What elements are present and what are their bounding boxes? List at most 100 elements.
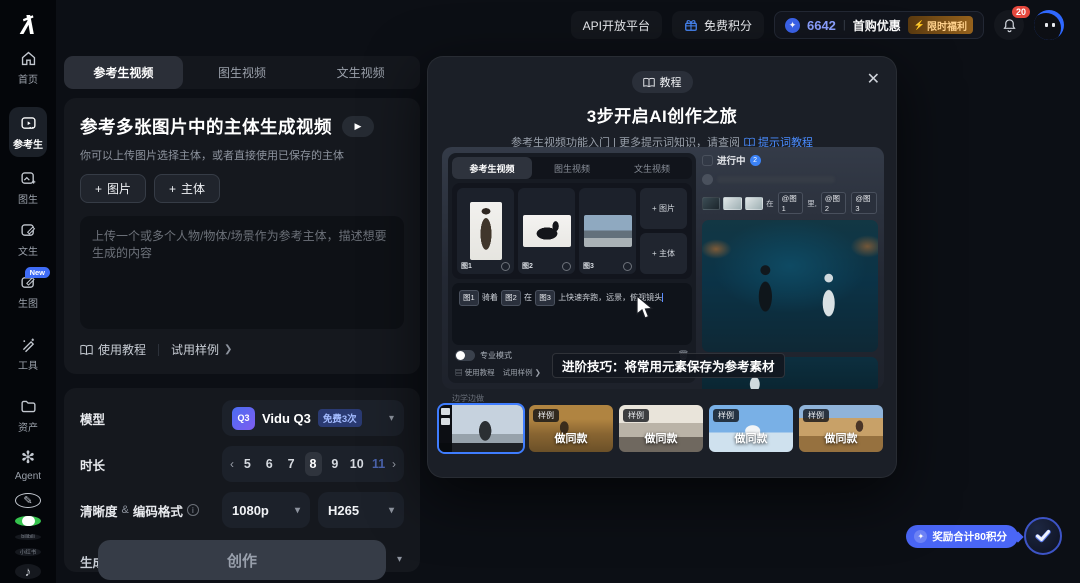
make-same-label: 做同款 [529, 430, 613, 446]
plus-icon: + [95, 182, 102, 196]
tab-reference-video[interactable]: 参考生视频 [64, 56, 183, 89]
free-credits-label: 免费积分 [704, 17, 752, 34]
model-row: 模型 Q3 Vidu Q3 免费3次 ▾ [80, 400, 404, 436]
pro-mode-label: 专业模式 [480, 350, 512, 361]
divider: | [843, 19, 846, 31]
sidebar-item-agent[interactable]: ✻ Agent [15, 448, 41, 482]
close-icon[interactable]: ✕ [867, 69, 880, 89]
bilibili-icon[interactable]: bilibili [15, 534, 41, 540]
sample-link[interactable]: 试用样例 ❯ [171, 341, 232, 358]
create-button[interactable]: 创作 [98, 540, 386, 580]
scroll-left-icon[interactable]: ‹ [230, 457, 234, 471]
gallery-card-sample[interactable]: 样例 做同款 [529, 405, 613, 452]
sidebar-item-label: 生图 [18, 295, 38, 310]
sidebar-item-home[interactable]: 首页 [18, 48, 38, 86]
blurred-user-text [717, 176, 835, 183]
douyin-icon[interactable]: ♪ [15, 564, 41, 579]
xiaohongshu-icon[interactable]: 小红书 [15, 548, 41, 556]
mini-thumbnail [723, 197, 741, 210]
sidebar-item-label: 参考生 [13, 136, 43, 151]
agent-knot-icon: ✻ [18, 448, 38, 468]
divers-result-image [702, 220, 878, 352]
gallery-card-tutorial[interactable] [439, 405, 523, 452]
mode-tabbar: 参考生视频 图生视频 文生视频 [64, 56, 420, 89]
vidu-logo[interactable]: ƛ [21, 10, 35, 41]
info-icon[interactable]: i [187, 504, 199, 516]
codec-select[interactable]: H265 ▾ [318, 492, 404, 528]
free-trials-badge: 免费3次 [318, 409, 362, 427]
gallery-card-sample[interactable]: 样例 做同款 [619, 405, 703, 452]
reward-pill: ✦ 奖励合计80积分 [906, 525, 1018, 548]
gear-icon [623, 262, 632, 271]
tutorial-link[interactable]: 使用教程 [80, 341, 146, 358]
text-to-video-icon [18, 220, 38, 240]
gallery-card-sample[interactable]: 样例 做同款 [709, 405, 793, 452]
demo-tutorial-link: ▤ 使用教程 [455, 367, 495, 378]
demo-results-mock: 进行中 2 在 @图1 里, @图2 @图3 [702, 153, 878, 383]
mini-thumbnail [702, 197, 720, 210]
resolution-select[interactable]: 1080p ▾ [222, 492, 310, 528]
chevron-down-icon: ▾ [389, 505, 394, 516]
model-select[interactable]: Q3 Vidu Q3 免费3次 ▾ [222, 400, 404, 436]
play-intro-button[interactable]: ▶ [342, 116, 374, 137]
demo-avatar [702, 174, 713, 185]
add-image-button[interactable]: + 图片 [80, 174, 146, 203]
sidebar-item-label: Agent [15, 471, 41, 482]
pro-tip-tooltip: 进阶技巧：将常用元素保存为参考素材 [552, 353, 785, 378]
sidebar-item-tools[interactable]: 工具 [18, 334, 38, 372]
gallery-caption: 边学边做 [452, 393, 484, 404]
sidebar-item-label: 资产 [18, 419, 38, 434]
main-panel: 参考生视频 图生视频 文生视频 参考多张图片中的主体生成视频 ▶ 你可以上传图片… [64, 56, 420, 572]
api-platform-button[interactable]: API开放平台 [571, 11, 662, 39]
book-icon [80, 344, 93, 356]
duration-option[interactable]: 10 [348, 457, 365, 471]
image-to-video-icon [18, 168, 38, 188]
duration-option[interactable]: 7 [283, 457, 300, 471]
sidebar-item-reference-gen[interactable]: 参考生 [9, 107, 47, 157]
reward-widget: ✦ 奖励合计80积分 [906, 517, 1062, 555]
demo-tab-image-video: 图生视频 [532, 157, 612, 179]
free-credits-button[interactable]: 免费积分 [672, 11, 764, 39]
duration-picker: ‹ 5 6 7 8 9 10 11 › [222, 446, 404, 482]
reward-check-button[interactable] [1024, 517, 1062, 555]
duration-option-selected[interactable]: 8 [305, 452, 322, 476]
add-subject-button[interactable]: + 主体 [154, 174, 220, 203]
duration-option[interactable]: 9 [326, 457, 343, 471]
sidebar-item-label: 工具 [18, 357, 38, 372]
demo-tab-reference-video: 参考生视频 [452, 157, 532, 179]
sidebar-item-label: 文生 [18, 243, 38, 258]
duration-label: 时长 [80, 455, 105, 474]
chevron-down-icon: ▾ [389, 413, 394, 424]
demo-prompt: 图1 骑着 图2 在 图3 上快速奔跑，远景，俯视镜头 [452, 283, 692, 345]
demo-app-mock: 参考生视频 图生视频 文生视频 图1 图2 图3 [448, 153, 696, 383]
notification-button[interactable]: 20 [994, 10, 1024, 40]
prompt-input[interactable] [80, 216, 404, 329]
sidebar-item-assets[interactable]: 资产 [18, 396, 38, 434]
home-icon [18, 48, 38, 68]
credits-promo-pill[interactable]: ✦ 6642 | 首购优惠 ⚡ 限时福利 [774, 11, 984, 39]
tab-text-video[interactable]: 文生视频 [301, 56, 420, 89]
lightning-icon: ⚡ [914, 20, 925, 31]
settings-card: 模型 Q3 Vidu Q3 免费3次 ▾ 时长 ‹ 5 6 7 8 9 10 1… [64, 388, 420, 572]
scroll-right-icon[interactable]: › [392, 457, 396, 471]
sidebar: ƛ 首页 参考生 图生 文生 New 生图 工具 [0, 0, 56, 583]
sidebar-item-text-gen[interactable]: 文生 [18, 220, 38, 258]
gift-icon [684, 18, 698, 32]
credit-coin-icon: ✦ [914, 530, 927, 543]
wechat-icon[interactable] [15, 516, 41, 526]
thumb-bottombar [439, 443, 523, 452]
tab-image-video[interactable]: 图生视频 [183, 56, 302, 89]
sample-badge: 样例 [623, 409, 649, 422]
gallery-card-sample[interactable]: 样例 做同款 [799, 405, 883, 452]
mini-thumbnail [745, 197, 763, 210]
duration-option[interactable]: 6 [261, 457, 278, 471]
user-avatar[interactable] [1034, 10, 1064, 40]
feedback-pen-icon[interactable]: ✎ [15, 493, 41, 508]
duration-option[interactable]: 5 [239, 457, 256, 471]
duration-option[interactable]: 11 [370, 457, 387, 471]
chevron-down-icon: ▾ [397, 554, 402, 565]
sidebar-item-image-create[interactable]: New 生图 [18, 272, 38, 310]
sidebar-item-image-gen[interactable]: 图生 [18, 168, 38, 206]
credit-balance: 6642 [807, 18, 836, 33]
model-q3-icon: Q3 [232, 407, 255, 430]
